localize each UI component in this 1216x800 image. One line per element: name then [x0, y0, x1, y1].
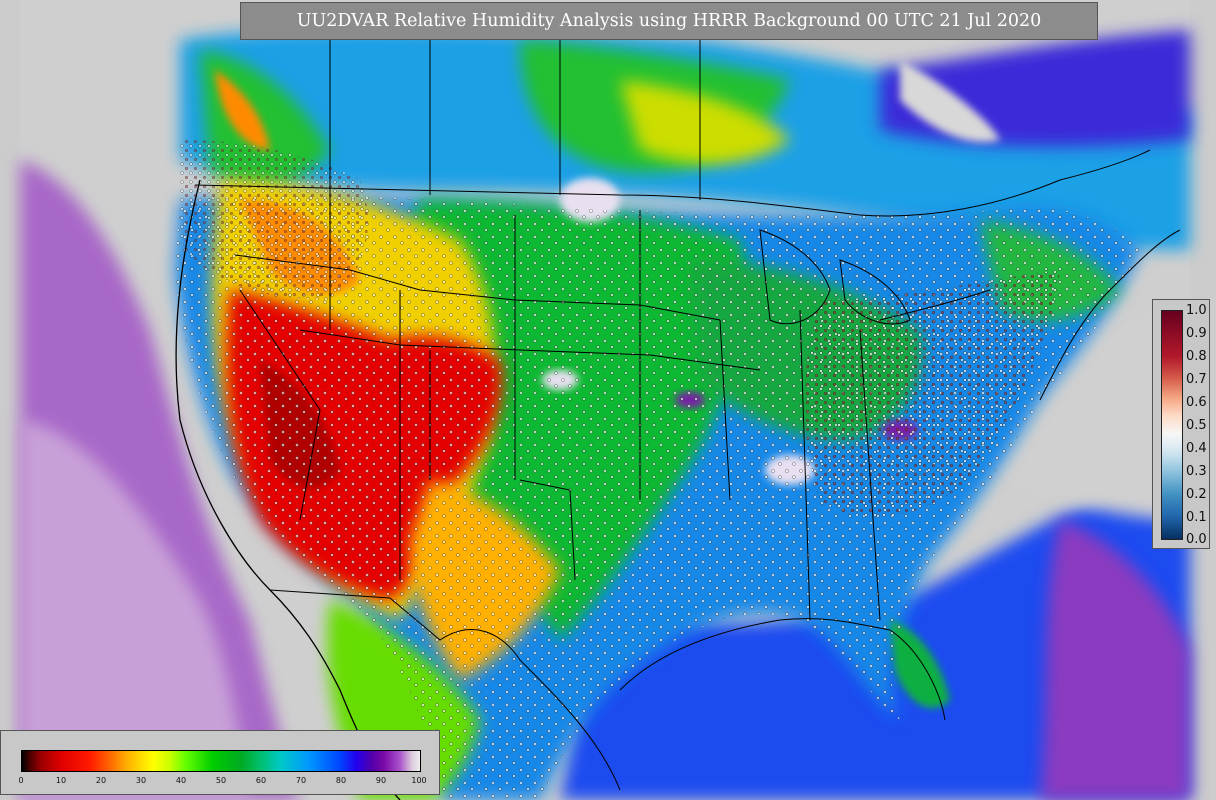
- right-colorbar-tick: 0.3: [1186, 464, 1207, 479]
- right-colorbar-legend: 1.0 0.9 0.8 0.7 0.6 0.5 0.4 0.3 0.2 0.1 …: [1152, 299, 1210, 549]
- right-colorbar-tick: 1.0: [1186, 303, 1207, 318]
- bottom-colorbar-tick: 20: [95, 776, 107, 785]
- right-colorbar-tick: 0.5: [1186, 418, 1207, 433]
- bottom-colorbar-tick: 0: [18, 776, 24, 785]
- right-colorbar-tick: 0.6: [1186, 395, 1207, 410]
- right-colorbar-tick: 0.8: [1186, 349, 1207, 364]
- right-colorbar-tick: 0.7: [1186, 372, 1207, 387]
- right-colorbar: [1161, 310, 1183, 540]
- bottom-colorbar-tick: 100: [411, 776, 427, 785]
- map-title: UU2DVAR Relative Humidity Analysis using…: [240, 2, 1098, 40]
- bottom-colorbar: [21, 750, 421, 772]
- bottom-colorbar-tick: 40: [175, 776, 187, 785]
- bottom-colorbar-tick: 30: [135, 776, 147, 785]
- bottom-colorbar-tick: 70: [295, 776, 307, 785]
- bottom-colorbar-tick: 60: [255, 776, 267, 785]
- humidity-map: [0, 0, 1216, 800]
- right-colorbar-tick: 0.4: [1186, 441, 1207, 456]
- bottom-colorbar-tick: 50: [215, 776, 227, 785]
- bottom-colorbar-tick: 80: [335, 776, 347, 785]
- right-colorbar-tick: 0.9: [1186, 326, 1207, 341]
- bottom-colorbar-legend: 0 10 20 30 40 50 60 70 80 90 100: [0, 730, 440, 795]
- bottom-colorbar-tick: 90: [375, 776, 387, 785]
- right-colorbar-tick: 0.0: [1186, 532, 1207, 547]
- right-colorbar-tick: 0.2: [1186, 487, 1207, 502]
- bottom-colorbar-tick: 10: [55, 776, 67, 785]
- right-colorbar-tick: 0.1: [1186, 510, 1207, 525]
